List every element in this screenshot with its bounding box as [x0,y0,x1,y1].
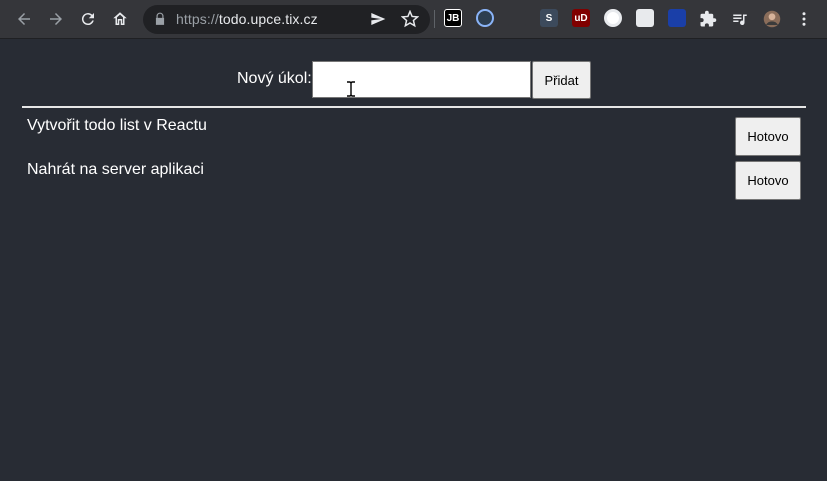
address-bar[interactable]: https://todo.upce.tix.cz [143,5,430,34]
lock-icon [155,12,165,25]
playlist-icon [733,14,747,26]
more-vert-icon [802,12,806,26]
profile-avatar[interactable] [760,7,784,31]
new-task-label: Nový úkol: [237,70,312,87]
url-scheme: https:// [176,11,219,27]
home-button[interactable] [108,7,132,31]
avatar-icon [763,10,781,28]
media-control-button[interactable] [728,7,752,31]
reload-button[interactable] [76,7,100,31]
back-button[interactable] [12,7,36,31]
puzzle-icon [700,10,717,27]
task-text: Nahrát na server aplikaci [27,161,204,178]
browser-toolbar: https://todo.upce.tix.cz JB SuD [0,0,827,39]
task-item: Nahrát na server aplikaci Hotovo [0,161,827,201]
orange-extension-icon[interactable] [636,9,654,27]
ublock-extension-icon[interactable]: uD [572,9,590,27]
extensions-button[interactable] [696,7,720,31]
blue-book-extension-icon[interactable] [668,9,686,27]
star-icon[interactable] [401,10,419,28]
divider [22,106,806,108]
url-text: https://todo.upce.tix.cz [176,11,318,27]
url-host: todo.upce.tix.cz [218,11,318,27]
arrow-right-icon [50,13,62,25]
done-button[interactable]: Hotovo [735,161,801,200]
gear-extension-icon[interactable] [508,9,526,27]
s-extension-icon[interactable]: S [540,9,558,27]
toolbar-separator [434,10,435,28]
arrow-left-icon [18,13,30,25]
colorful-circle-extension-icon[interactable] [604,9,622,27]
new-task-form: Nový úkol: Přidat [0,60,827,100]
home-icon [113,12,127,25]
new-task-input[interactable] [312,61,531,98]
task-item: Vytvořit todo list v Reactu Hotovo [0,117,827,157]
text-cursor-icon [346,81,356,102]
browser-menu-button[interactable] [792,7,816,31]
reload-icon [81,13,94,26]
add-task-button[interactable]: Přidat [532,61,591,99]
send-icon[interactable] [370,11,386,27]
task-text: Vytvořit todo list v Reactu [27,117,207,134]
media-play-extension-icon[interactable] [476,9,494,27]
jetbrains-extension-icon[interactable]: JB [444,9,462,27]
done-button[interactable]: Hotovo [735,117,801,156]
forward-button[interactable] [44,7,68,31]
